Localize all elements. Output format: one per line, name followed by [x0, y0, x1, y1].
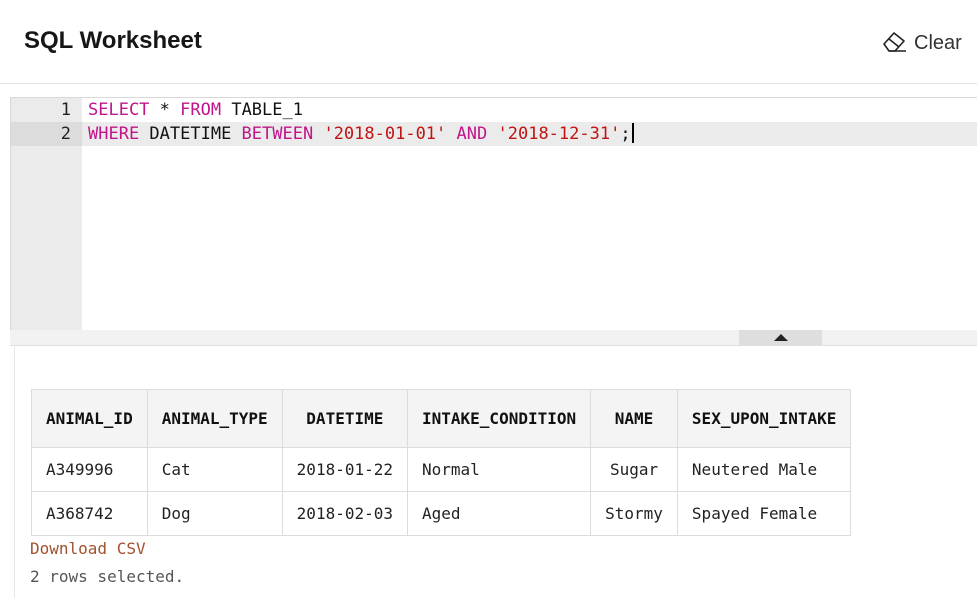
sql-token: TABLE_1	[221, 100, 303, 120]
code-line[interactable]: SELECT * FROM TABLE_1	[88, 98, 303, 122]
table-cell: Spayed Female	[676, 491, 852, 536]
line-number: 2	[60, 124, 71, 144]
column-header[interactable]: ANIMAL_ID	[31, 389, 148, 448]
text-cursor	[631, 123, 634, 143]
sql-keyword: SELECT	[88, 100, 150, 120]
worksheet-header: SQL Worksheet Clear	[0, 0, 977, 84]
pane-splitter[interactable]	[10, 330, 977, 346]
table-row: A349996 Cat 2018-01-22 Normal Sugar Neutered …	[31, 447, 852, 492]
results-panel: ANIMAL_ID ANIMAL_TYPE DATETIME INTAKE_CONDI…	[14, 346, 977, 598]
sql-editor[interactable]: 1 2 SELECT * FROM TABLE_1 WHERE DATETIME…	[10, 97, 977, 332]
sql-keyword: AND	[456, 124, 488, 144]
table-cell: Normal	[406, 447, 592, 492]
sql-string-literal: '2018-01-01'	[323, 124, 447, 144]
table-header-row: ANIMAL_ID ANIMAL_TYPE DATETIME INTAKE_CONDI…	[31, 389, 852, 448]
code-line[interactable]: WHERE DATETIME BETWEEN '2018-01-01' AND …	[88, 122, 634, 146]
table-cell: Cat	[146, 447, 283, 492]
table-cell: Sugar	[590, 447, 678, 492]
page-title: SQL Worksheet	[24, 27, 202, 54]
sql-keyword: WHERE	[88, 124, 140, 144]
table-cell: A349996	[31, 447, 148, 492]
clear-button[interactable]: Clear	[880, 28, 962, 59]
collapse-handle[interactable]	[739, 330, 822, 345]
table-cell: Neutered Male	[676, 447, 852, 492]
sql-token: DATETIME	[139, 124, 242, 144]
eraser-icon	[880, 28, 908, 59]
sql-token: *	[149, 100, 181, 120]
triangle-up-icon	[774, 334, 788, 341]
sql-keyword: FROM	[180, 100, 222, 120]
table-cell: 2018-02-03	[281, 491, 409, 536]
column-header[interactable]: ANIMAL_TYPE	[146, 389, 283, 448]
download-csv-link[interactable]: Download CSV	[30, 539, 146, 558]
table-cell: 2018-01-22	[281, 447, 409, 492]
column-header[interactable]: INTAKE_CONDITION	[406, 389, 592, 448]
table-row: A368742 Dog 2018-02-03 Aged Stormy Spayed Fem…	[31, 491, 852, 536]
column-header[interactable]: SEX_UPON_INTAKE	[676, 389, 852, 448]
table-cell: Aged	[406, 491, 592, 536]
table-cell: Dog	[146, 491, 283, 536]
rows-selected-status: 2 rows selected.	[30, 567, 185, 586]
results-table: ANIMAL_ID ANIMAL_TYPE DATETIME INTAKE_CONDI…	[31, 389, 852, 536]
sql-token: ;	[620, 124, 631, 144]
clear-label: Clear	[914, 32, 962, 54]
table-cell: Stormy	[590, 491, 678, 536]
sql-string-literal: '2018-12-31'	[497, 124, 621, 144]
table-cell: A368742	[31, 491, 148, 536]
sql-keyword: BETWEEN	[241, 124, 314, 144]
line-number: 1	[60, 100, 71, 120]
column-header[interactable]: NAME	[590, 389, 678, 448]
column-header[interactable]: DATETIME	[281, 389, 409, 448]
